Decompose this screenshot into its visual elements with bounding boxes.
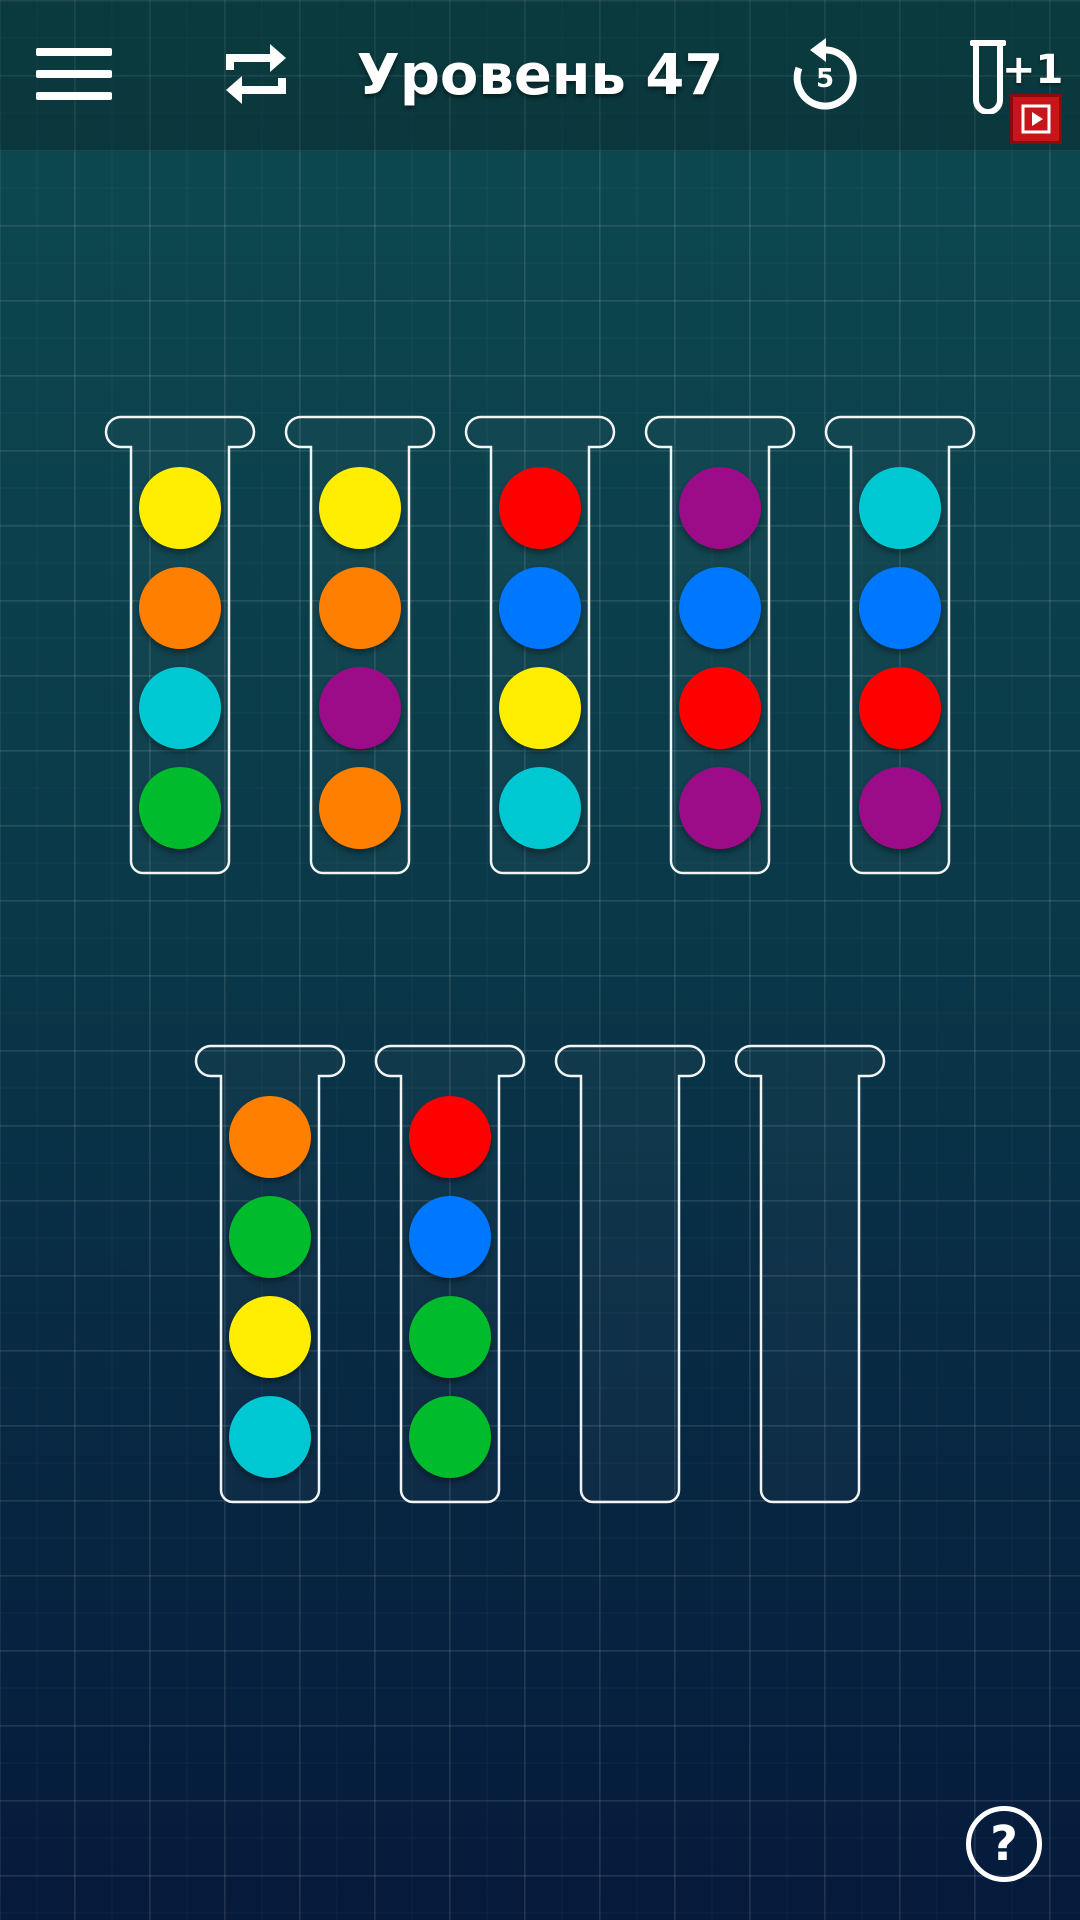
level-title: Уровень 47 [356,43,724,108]
restart-button[interactable]: 5 [790,38,860,112]
ball-green[interactable] [229,1196,311,1278]
ball-purple[interactable] [679,767,761,849]
tube-8[interactable] [554,1044,706,1504]
ball-cyan[interactable] [139,667,221,749]
tube-1[interactable] [104,415,256,875]
restart-count: 5 [815,64,835,94]
ball-yellow[interactable] [319,467,401,549]
ball-green[interactable] [139,767,221,849]
tube-9[interactable] [734,1044,886,1504]
ball-blue[interactable] [859,567,941,649]
ball-cyan[interactable] [859,467,941,549]
ball-cyan[interactable] [229,1396,311,1478]
tube-outline [554,1044,706,1504]
ball-purple[interactable] [859,767,941,849]
tube-outline [734,1044,886,1504]
ball-purple[interactable] [319,667,401,749]
tube-6[interactable] [194,1044,346,1504]
ball-orange[interactable] [229,1096,311,1178]
ball-green[interactable] [409,1296,491,1378]
ball-blue[interactable] [679,567,761,649]
ball-blue[interactable] [499,567,581,649]
help-button[interactable]: ? [966,1806,1042,1882]
help-icon: ? [990,1816,1018,1872]
ball-red[interactable] [679,667,761,749]
menu-icon [36,48,112,100]
tube-2[interactable] [284,415,436,875]
ball-red[interactable] [499,467,581,549]
ball-cyan[interactable] [499,767,581,849]
ball-red[interactable] [409,1096,491,1178]
ball-yellow[interactable] [139,467,221,549]
play-video-icon [1021,104,1051,134]
tube-4[interactable] [644,415,796,875]
top-bar: Уровень 47 5 +1 [0,0,1080,152]
tube-5[interactable] [824,415,976,875]
ball-purple[interactable] [679,467,761,549]
ball-orange[interactable] [319,767,401,849]
ball-green[interactable] [409,1396,491,1478]
repeat-arrows-icon [226,44,286,104]
video-badge[interactable] [1010,94,1062,144]
ball-yellow[interactable] [229,1296,311,1378]
menu-button[interactable] [36,44,112,104]
ball-blue[interactable] [409,1196,491,1278]
ball-red[interactable] [859,667,941,749]
ball-yellow[interactable] [499,667,581,749]
ball-orange[interactable] [319,567,401,649]
tube-3[interactable] [464,415,616,875]
ball-orange[interactable] [139,567,221,649]
background-grid [0,0,1080,1920]
tube-7[interactable] [374,1044,526,1504]
reshuffle-button[interactable] [220,36,292,112]
add-tube-label: +1 [1002,47,1064,93]
